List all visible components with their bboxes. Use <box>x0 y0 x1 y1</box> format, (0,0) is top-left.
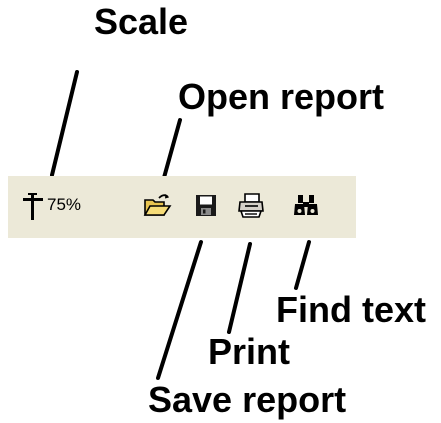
save-report-button[interactable] <box>191 190 221 220</box>
save-report-callout-label: Save report <box>148 379 347 420</box>
binoculars-icon <box>294 195 318 215</box>
scale-icon <box>23 193 43 220</box>
find-text-callout-label: Find text <box>276 289 426 330</box>
save-report-leader-line <box>156 240 203 380</box>
open-report-callout-label: Open report <box>178 76 385 117</box>
printer-icon <box>238 193 264 218</box>
find-text-leader-line <box>294 240 311 290</box>
report-toolbar: 75% <box>8 176 356 238</box>
print-callout-label: Print <box>208 331 291 372</box>
print-leader-line <box>227 242 252 334</box>
scale-button[interactable] <box>22 191 44 221</box>
floppy-disk-icon <box>196 195 216 216</box>
scale-leader-line <box>50 70 79 177</box>
print-button[interactable] <box>236 190 266 220</box>
folder-open-icon <box>143 194 172 216</box>
scale-callout-label: Scale <box>94 1 189 42</box>
open-report-button[interactable] <box>142 190 172 220</box>
zoom-level-value: 75% <box>47 195 82 214</box>
find-text-button[interactable] <box>291 190 321 220</box>
